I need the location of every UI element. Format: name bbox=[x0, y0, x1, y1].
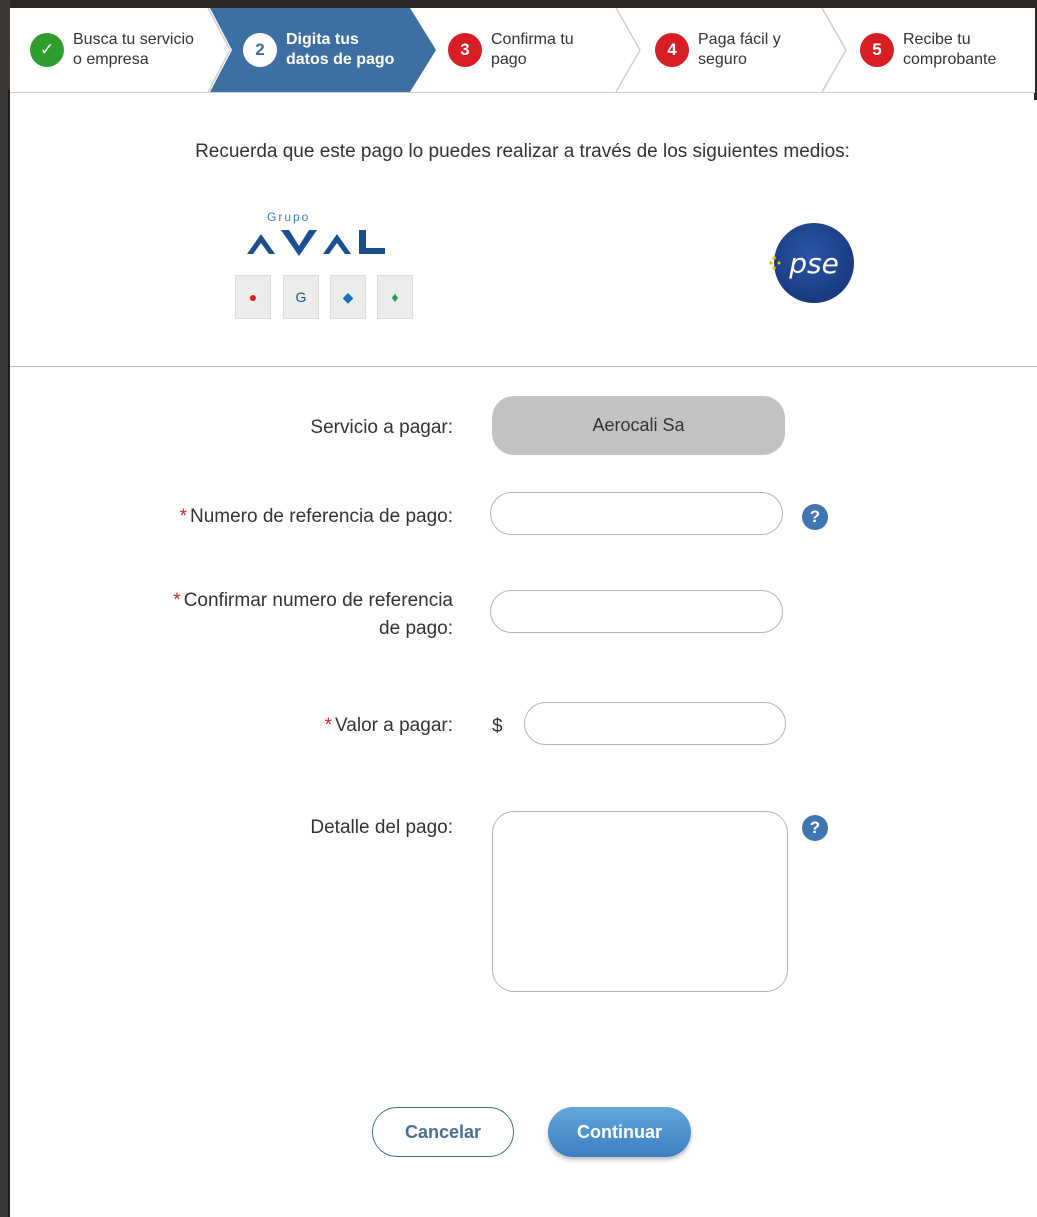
step-label-line: pago bbox=[491, 51, 527, 68]
detail-label-text: Detalle del pago: bbox=[310, 817, 453, 838]
window-left-border bbox=[8, 90, 10, 1217]
step-label-line: seguro bbox=[698, 51, 747, 68]
step-label-line: o empresa bbox=[73, 51, 149, 68]
step-separator bbox=[615, 8, 641, 93]
required-asterisk: * bbox=[173, 590, 181, 611]
step-paga-facil[interactable]: 4 Paga fácil y seguro bbox=[655, 8, 781, 92]
reference-label: * Numero de referencia de pago: bbox=[100, 503, 453, 531]
currency-symbol: $ bbox=[492, 716, 503, 737]
step-label-line: Confirma tu bbox=[491, 31, 574, 48]
payment-methods-intro: Recuerda que este pago lo puedes realiza… bbox=[195, 141, 850, 162]
reference-label-text: Numero de referencia de pago: bbox=[190, 506, 453, 527]
step-label: Digita tus datos de pago bbox=[286, 30, 394, 70]
banco-popular-icon: ♦ bbox=[377, 275, 413, 319]
step-separator bbox=[207, 8, 231, 93]
banco-occidente-icon: ◆ bbox=[330, 275, 366, 319]
help-icon[interactable]: ? bbox=[802, 504, 828, 530]
payment-detail-textarea[interactable] bbox=[492, 811, 788, 992]
reference-number-input[interactable] bbox=[490, 492, 783, 535]
confirm-label-text: Confirmar numero de referencia bbox=[183, 590, 453, 611]
aval-wordmark bbox=[247, 230, 385, 256]
step-label: Confirma tu pago bbox=[491, 30, 574, 70]
required-asterisk: * bbox=[179, 506, 187, 527]
grupo-aval-logo[interactable]: Grupo ● G ◆ ♦ bbox=[235, 208, 415, 323]
step-number-badge: 4 bbox=[655, 33, 689, 67]
service-label: Servicio a pagar: bbox=[160, 414, 453, 442]
window-top-edge bbox=[0, 0, 1037, 8]
step-label: Busca tu servicio o empresa bbox=[73, 30, 194, 70]
step-label-line: datos de pago bbox=[286, 51, 395, 68]
step-busca-servicio[interactable]: ✓ Busca tu servicio o empresa bbox=[30, 8, 194, 92]
checkmark-icon: ✓ bbox=[30, 33, 64, 67]
required-asterisk: * bbox=[324, 715, 333, 736]
step-label: Recibe tu comprobante bbox=[903, 30, 996, 70]
step-label-line: Paga fácil y bbox=[698, 31, 781, 48]
step-digita-datos[interactable]: 2 Digita tus datos de pago bbox=[243, 8, 394, 92]
confirm-label-text: de pago: bbox=[379, 618, 453, 639]
banco-de-bogota-icon: ● bbox=[235, 275, 271, 319]
step-label-line: Recibe tu bbox=[903, 31, 971, 48]
aval-grupo-text: Grupo bbox=[267, 210, 311, 224]
step-label-line: Busca tu servicio bbox=[73, 31, 194, 48]
amount-label-text: Valor a pagar: bbox=[335, 715, 453, 736]
step-label-line: comprobante bbox=[903, 51, 997, 68]
progress-stepper: ✓ Busca tu servicio o empresa 2 Digita t… bbox=[10, 8, 1035, 93]
step-number-badge: 2 bbox=[243, 33, 277, 67]
step-number-badge: 5 bbox=[860, 33, 894, 67]
pse-dots-icon bbox=[769, 256, 781, 270]
help-icon[interactable]: ? bbox=[802, 815, 828, 841]
amount-input[interactable] bbox=[524, 702, 786, 745]
continue-button[interactable]: Continuar bbox=[548, 1107, 691, 1157]
amount-label: * Valor a pagar: bbox=[160, 712, 453, 740]
step-confirma-pago[interactable]: 3 Confirma tu pago bbox=[448, 8, 574, 92]
step-label-line: Digita tus bbox=[286, 31, 359, 48]
step-separator bbox=[821, 8, 847, 93]
banco-bogota-icon: G bbox=[283, 275, 319, 319]
service-value-display: Aerocali Sa bbox=[492, 396, 785, 455]
step-recibe-comprobante[interactable]: 5 Recibe tu comprobante bbox=[860, 8, 996, 92]
confirm-reference-input[interactable] bbox=[490, 590, 783, 633]
step-number-badge: 3 bbox=[448, 33, 482, 67]
step-label: Paga fácil y seguro bbox=[698, 30, 781, 70]
section-divider bbox=[10, 366, 1037, 367]
confirm-reference-label: * Confirmar numero de referencia de pago: bbox=[100, 587, 453, 643]
cancel-button[interactable]: Cancelar bbox=[372, 1107, 514, 1157]
detail-label: Detalle del pago: bbox=[160, 814, 453, 842]
service-label-text: Servicio a pagar: bbox=[310, 417, 453, 438]
